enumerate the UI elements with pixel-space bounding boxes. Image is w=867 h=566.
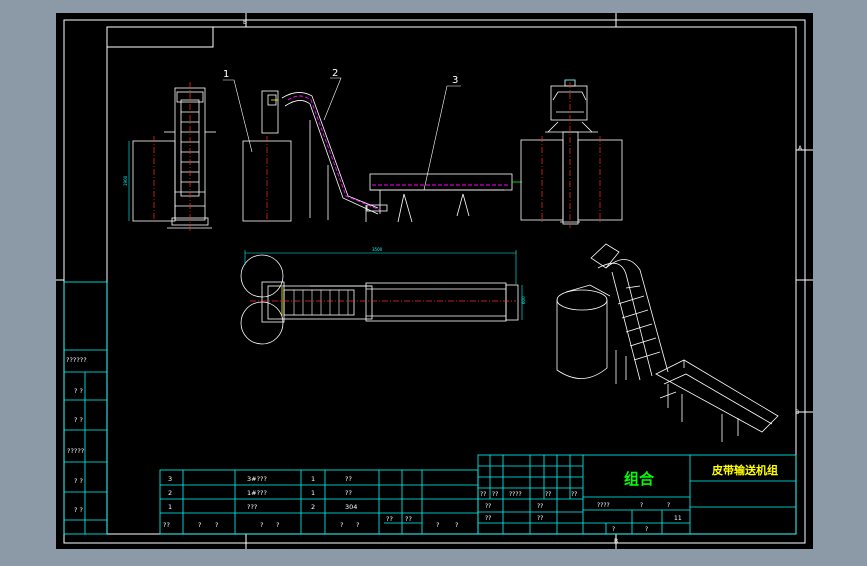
bom-row-1-code: 3#??? <box>247 475 267 483</box>
tb-scale-label: ???? <box>597 502 610 509</box>
bom-header-3: ? <box>215 521 218 529</box>
bom-header-5: ? <box>276 521 279 529</box>
left-label-2: ? ? <box>74 387 83 395</box>
tb-scale-mid: ? <box>640 502 643 509</box>
title-cn: 组合 <box>624 470 655 488</box>
bom-row-1-qty: 1 <box>311 475 315 483</box>
left-label-3: ? ? <box>74 416 83 424</box>
bom-header-1: ?? <box>163 521 170 529</box>
tb-scale-right: ? <box>667 502 670 509</box>
tb-row1-4: ?? <box>545 491 551 498</box>
dim-length-text: 3500 <box>372 247 383 252</box>
bom-header-2: ? <box>198 521 201 529</box>
tb-row1-2: ?? <box>492 491 498 498</box>
bom-row-1-no: 3 <box>168 475 172 483</box>
bom-header-10: ? <box>436 521 439 529</box>
left-label-6: ? ? <box>74 506 83 514</box>
bom-row-2-no: 2 <box>168 489 172 497</box>
left-label-4: ????? <box>67 447 84 455</box>
bom-row-3-qty: 2 <box>311 503 315 511</box>
bom-row-2-code: 1#??? <box>247 489 267 497</box>
callout-1: 1 <box>223 69 229 80</box>
left-label-5: ? ? <box>74 477 83 485</box>
tb-sheet-a: ? <box>612 526 615 533</box>
bom-row-2-qty: 1 <box>311 489 315 497</box>
paper-background <box>56 13 813 549</box>
bom-row-3-code: ??? <box>247 503 257 511</box>
bom-row-1-mat: ?? <box>345 475 352 483</box>
title-name: 皮带输送机组 <box>711 463 778 477</box>
grid-letter-right-b: B <box>795 409 799 416</box>
bom-header-9: ?? <box>405 515 412 523</box>
bom-header-8: ?? <box>386 515 393 523</box>
grid-letter-bottom: B <box>614 538 618 545</box>
callout-3: 3 <box>452 75 458 86</box>
bom-header-11: ? <box>455 521 458 529</box>
tb-row1-3: ???? <box>509 491 522 498</box>
tb-row2-2: ?? <box>537 503 543 510</box>
grid-letter-top: B <box>243 19 247 26</box>
tb-row1-5: ?? <box>571 491 577 498</box>
bom-row-3-mat: 304 <box>345 503 357 511</box>
tb-row1-1: ?? <box>480 491 486 498</box>
left-label-1: ?????? <box>66 356 87 364</box>
tb-row3-1: ?? <box>485 515 491 522</box>
dim-height-text: 1900 <box>123 175 128 186</box>
bom-row-3-no: 1 <box>168 503 172 511</box>
bom-header-4: ? <box>260 521 263 529</box>
bom-row-2-mat: ?? <box>345 489 352 497</box>
bom-header-6: ? <box>340 521 343 529</box>
bom-header-7: ? <box>356 521 359 529</box>
dim-width-text: 600 <box>521 296 526 304</box>
drawing-sheet: B B A B ?????? ? ? ? ? ????? ? ? ? ? 190… <box>56 13 813 549</box>
callout-2: 2 <box>332 68 338 79</box>
cad-viewport[interactable]: B B A B ?????? ? ? ? ? ????? ? ? ? ? 190… <box>0 0 867 562</box>
tb-row3-2: ?? <box>537 515 543 522</box>
tb-sheet-b: ? <box>645 526 648 533</box>
tb-sheet-num: 11 <box>674 515 682 522</box>
tb-row2-1: ?? <box>485 503 491 510</box>
